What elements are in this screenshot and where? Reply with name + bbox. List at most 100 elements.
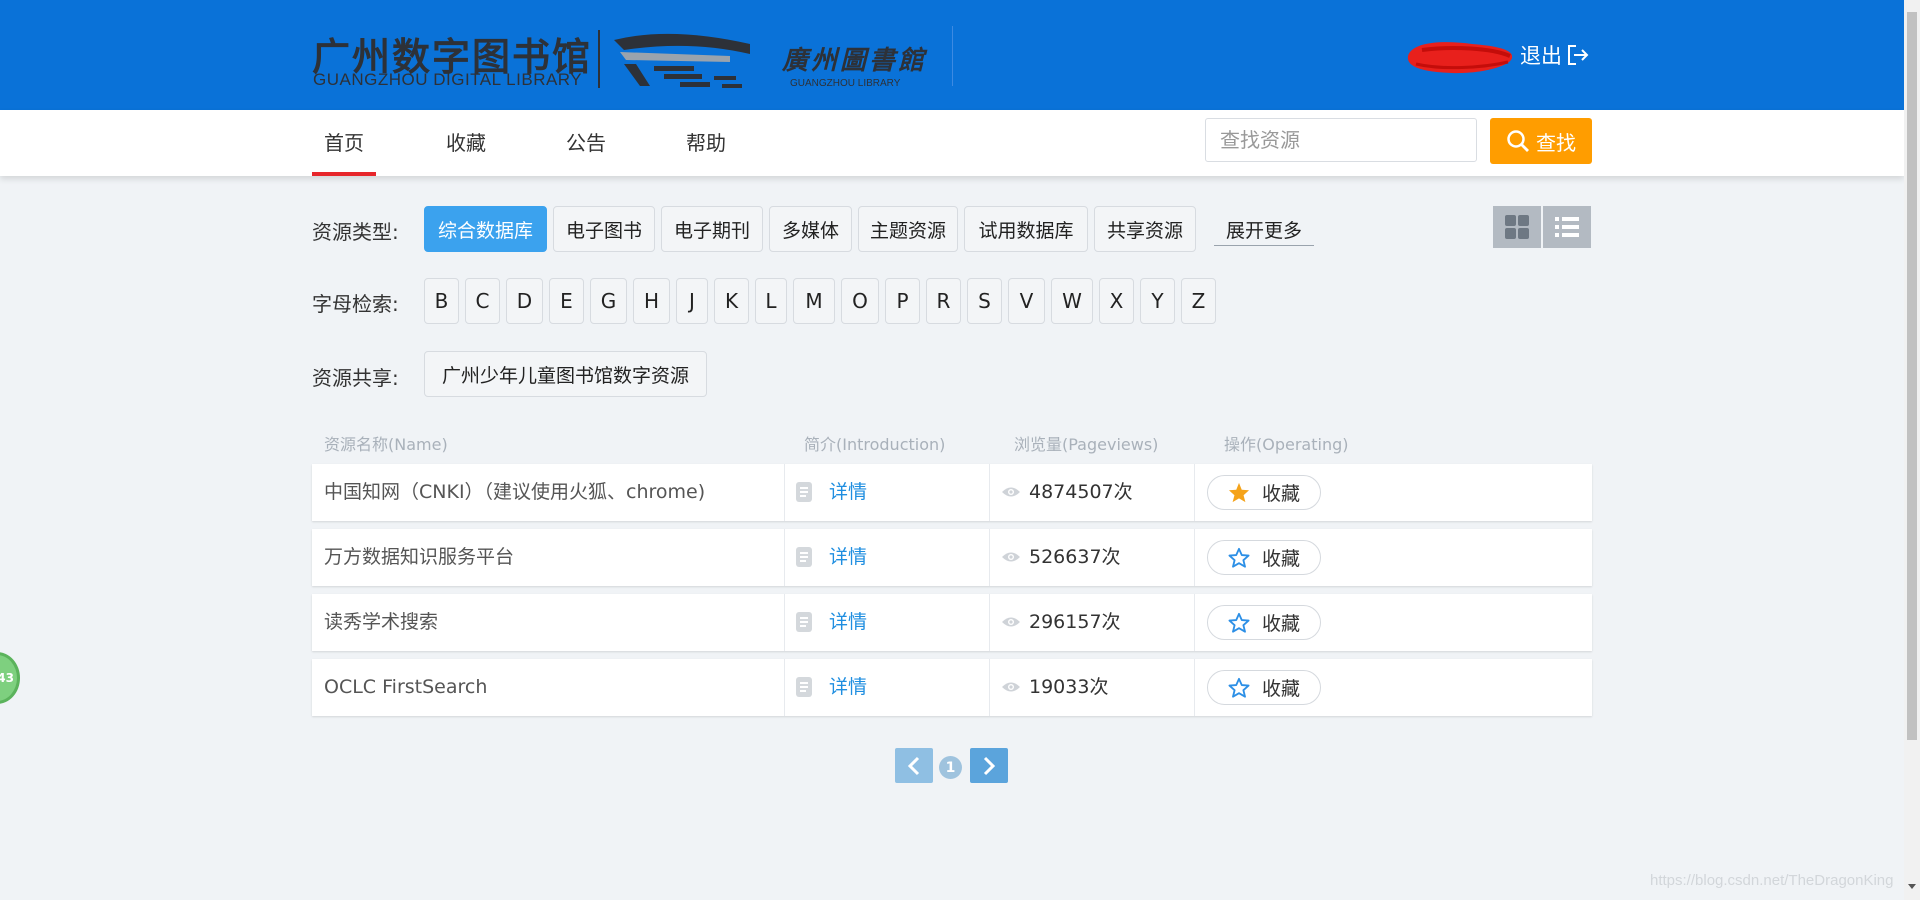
- page-number[interactable]: 1: [939, 756, 962, 779]
- scroll-down-arrow-icon[interactable]: [1908, 884, 1916, 889]
- letter-x[interactable]: X: [1099, 278, 1134, 324]
- prev-page-button[interactable]: [895, 748, 933, 783]
- eye-icon: [1002, 682, 1020, 692]
- type-chip-shared-resources[interactable]: 共享资源: [1094, 206, 1196, 252]
- cell-divider: [1194, 659, 1195, 716]
- favorite-button[interactable]: 收藏: [1207, 540, 1321, 575]
- logout-label: 退出: [1520, 44, 1562, 68]
- scrollbar-thumb[interactable]: [1907, 12, 1917, 740]
- letter-d[interactable]: D: [506, 278, 543, 324]
- resource-name[interactable]: OCLC FirstSearch: [324, 659, 487, 716]
- search-button[interactable]: 查找: [1490, 118, 1592, 164]
- cell-divider: [1194, 529, 1195, 586]
- pageview-count: 19033次: [1029, 676, 1109, 698]
- grid-view-icon: [1505, 215, 1529, 239]
- cell-divider: [784, 529, 785, 586]
- list-view-button[interactable]: [1543, 206, 1591, 248]
- next-page-button[interactable]: [970, 748, 1008, 783]
- letter-k[interactable]: K: [714, 278, 749, 324]
- search-icon: [1507, 130, 1529, 152]
- grid-view-button[interactable]: [1493, 206, 1541, 248]
- detail-link[interactable]: 详情: [829, 464, 867, 521]
- document-icon: [796, 677, 812, 697]
- detail-link[interactable]: 详情: [829, 659, 867, 716]
- letter-v[interactable]: V: [1008, 278, 1045, 324]
- letter-c[interactable]: C: [465, 278, 500, 324]
- library-logo[interactable]: 广州数字图书馆 GUANGZHOU DIGITAL LIBRARY 廣州圖書館 …: [312, 22, 952, 92]
- logo-subtitle-en: GUANGZHOU LIBRARY: [790, 78, 901, 89]
- chevron-right-icon: [983, 756, 996, 775]
- list-view-icon: [1555, 217, 1579, 237]
- letter-j[interactable]: J: [676, 278, 708, 324]
- cell-divider: [989, 594, 990, 651]
- nav-item-home[interactable]: 首页: [312, 110, 376, 176]
- column-header-operating: 操作(Operating): [1224, 435, 1349, 454]
- favorite-button[interactable]: 收藏: [1207, 475, 1321, 510]
- type-chip-multimedia[interactable]: 多媒体: [769, 206, 852, 252]
- letter-y[interactable]: Y: [1140, 278, 1175, 324]
- logout-icon: [1568, 45, 1589, 65]
- search-button-label: 查找: [1536, 130, 1576, 155]
- main-nav: 首页 收藏 公告 帮助 查找: [0, 110, 1904, 176]
- letter-w[interactable]: W: [1051, 278, 1093, 324]
- eye-icon: [1002, 552, 1020, 562]
- chevron-left-icon: [907, 756, 920, 775]
- cell-divider: [784, 464, 785, 521]
- type-chip-ebooks[interactable]: 电子图书: [553, 206, 655, 252]
- watermark: https://blog.csdn.net/TheDragonKing: [1650, 872, 1894, 889]
- top-header: 广州数字图书馆 GUANGZHOU DIGITAL LIBRARY 廣州圖書館 …: [0, 0, 1904, 110]
- letter-p[interactable]: P: [885, 278, 920, 324]
- letter-o[interactable]: O: [841, 278, 879, 324]
- favorite-label: 收藏: [1261, 548, 1300, 570]
- table-row: 中国知网（CNKI）（建议使用火狐、chrome) 详情 4874507次 收藏: [312, 464, 1592, 521]
- header-divider: [952, 26, 953, 86]
- nav-item-help[interactable]: 帮助: [676, 110, 736, 176]
- nav-item-announcements[interactable]: 公告: [556, 110, 616, 176]
- pageview-count: 4874507次: [1029, 481, 1133, 503]
- letter-search-label: 字母检索:: [312, 292, 399, 316]
- redacted-username: [1407, 42, 1513, 74]
- pageview-count: 296157次: [1029, 611, 1121, 633]
- letter-r[interactable]: R: [926, 278, 961, 324]
- table-row: 万方数据知识服务平台 详情 526637次 收藏: [312, 529, 1592, 586]
- document-icon: [796, 482, 812, 502]
- favorite-button[interactable]: 收藏: [1207, 605, 1321, 640]
- cell-divider: [784, 594, 785, 651]
- column-header-name: 资源名称(Name): [324, 435, 448, 454]
- document-icon: [796, 612, 812, 632]
- resource-name[interactable]: 读秀学术搜索: [324, 594, 438, 651]
- favorite-label: 收藏: [1261, 483, 1300, 505]
- letter-m[interactable]: M: [793, 278, 835, 324]
- favorite-label: 收藏: [1261, 613, 1300, 635]
- logout-button[interactable]: 退出: [1520, 40, 1590, 70]
- share-chip-children-library[interactable]: 广州少年儿童图书馆数字资源: [424, 351, 707, 397]
- expand-more-link[interactable]: 展开更多: [1214, 214, 1314, 246]
- logo-divider: [598, 30, 600, 88]
- detail-link[interactable]: 详情: [829, 594, 867, 651]
- letter-s[interactable]: S: [967, 278, 1002, 324]
- letter-g[interactable]: G: [590, 278, 627, 324]
- favorite-button[interactable]: 收藏: [1207, 670, 1321, 705]
- search-input[interactable]: [1205, 118, 1477, 162]
- library-building-icon: [614, 33, 750, 88]
- cell-divider: [989, 529, 990, 586]
- letter-z[interactable]: Z: [1181, 278, 1216, 324]
- type-chip-comprehensive-db[interactable]: 综合数据库: [424, 206, 547, 252]
- type-chip-ejournals[interactable]: 电子期刊: [661, 206, 763, 252]
- letter-l[interactable]: L: [755, 278, 787, 324]
- type-chip-trial-db[interactable]: 试用数据库: [964, 206, 1088, 252]
- type-chip-topic-resources[interactable]: 主题资源: [858, 206, 958, 252]
- floating-badge[interactable]: 43: [0, 652, 20, 704]
- eye-icon: [1002, 487, 1020, 497]
- detail-link[interactable]: 详情: [829, 529, 867, 586]
- letter-h[interactable]: H: [633, 278, 670, 324]
- nav-item-favorites[interactable]: 收藏: [436, 110, 496, 176]
- letter-e[interactable]: E: [549, 278, 584, 324]
- resource-share-label: 资源共享:: [312, 366, 399, 390]
- resource-name[interactable]: 万方数据知识服务平台: [324, 529, 514, 586]
- column-header-pageviews: 浏览量(Pageviews): [1014, 435, 1159, 454]
- letter-b[interactable]: B: [424, 278, 459, 324]
- favorite-label: 收藏: [1261, 678, 1300, 700]
- cell-divider: [784, 659, 785, 716]
- resource-name[interactable]: 中国知网（CNKI）（建议使用火狐、chrome): [324, 464, 705, 521]
